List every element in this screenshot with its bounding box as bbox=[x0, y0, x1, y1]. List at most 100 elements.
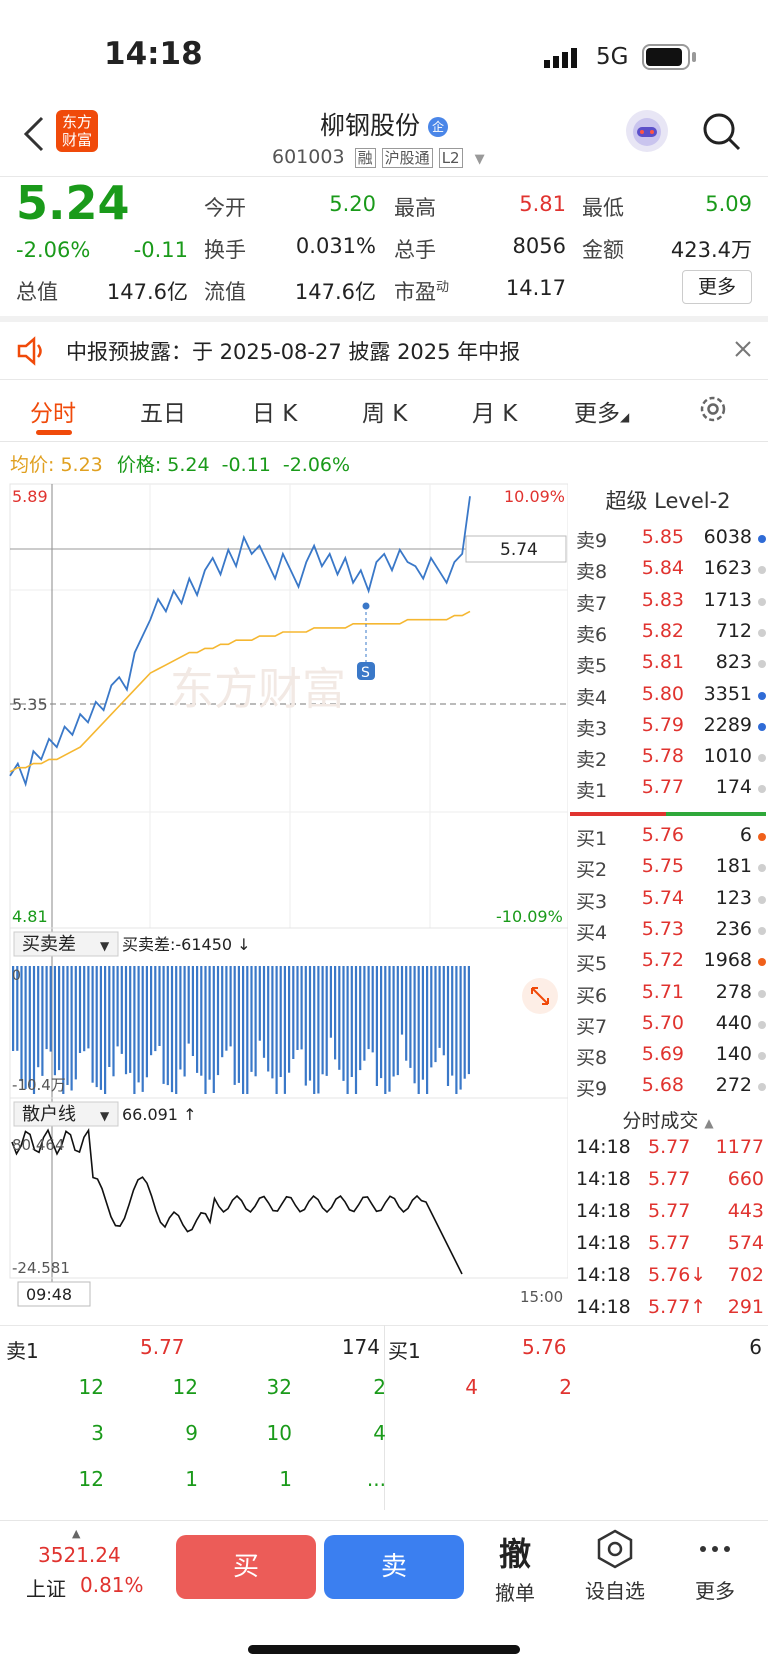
open-value: 5.20 bbox=[329, 192, 376, 216]
ask-row[interactable]: 卖1 5.77 174 bbox=[576, 776, 766, 807]
notice-text: 中报预披露：于 2025-08-27 披露 2025 年中报 bbox=[66, 340, 521, 364]
close-icon[interactable] bbox=[734, 340, 752, 362]
tab-weekly-k[interactable]: 周 K bbox=[362, 394, 407, 428]
queue-ask-cell: 3 bbox=[91, 1421, 104, 1445]
ask-row[interactable]: 卖2 5.78 1010 bbox=[576, 745, 766, 776]
bsd-bar bbox=[430, 966, 433, 1068]
tag-l2: L2 bbox=[438, 148, 463, 168]
ask-row[interactable]: 卖9 5.85 6038 bbox=[576, 526, 766, 557]
pct-bot-label: -10.09% bbox=[496, 907, 563, 926]
buy-button[interactable]: 买 bbox=[176, 1535, 316, 1599]
queue-ask-cell: 12 bbox=[78, 1375, 104, 1399]
cancel-order-button[interactable]: 撤 撤单 bbox=[470, 1529, 560, 1606]
notice-bar[interactable]: 中报预披露：于 2025-08-27 披露 2025 年中报 bbox=[0, 322, 768, 380]
sell-button[interactable]: 卖 bbox=[324, 1535, 464, 1599]
bid-row[interactable]: 买2 5.75 181 bbox=[576, 855, 766, 886]
ask-row[interactable]: 卖6 5.82 712 bbox=[576, 620, 766, 651]
bsd-bar bbox=[459, 966, 462, 1090]
pct-top-label: 10.09% bbox=[504, 487, 565, 506]
bid-price: 5.68 bbox=[641, 1074, 684, 1097]
bsd-bar bbox=[388, 966, 391, 1092]
ask-volume: 712 bbox=[715, 619, 752, 642]
bid-price: 5.75 bbox=[641, 855, 684, 878]
order-queue: 卖1 5.77 174 买1 5.76 6 12 12 32 2 3 9 10 4 12 1 1..… bbox=[0, 1325, 768, 1515]
footer-more-button[interactable]: 更多 bbox=[670, 1529, 760, 1604]
cursor-price: 5.74 bbox=[500, 540, 538, 560]
turnover-value: 0.031% bbox=[295, 234, 376, 258]
caret-down-icon[interactable]: ▼ bbox=[475, 152, 485, 167]
bid-row[interactable]: 买7 5.70 440 bbox=[576, 1012, 766, 1043]
trade-volume: 660 bbox=[727, 1168, 764, 1190]
tab-active-indicator bbox=[36, 430, 72, 435]
bid-price: 5.73 bbox=[641, 917, 684, 940]
bsd-bar bbox=[162, 966, 165, 1084]
bsd-bar bbox=[396, 966, 399, 1076]
bid-row[interactable]: 买1 5.76 6 bbox=[576, 824, 766, 855]
bsd-bar bbox=[158, 966, 161, 1046]
bid-row[interactable]: 买4 5.73 236 bbox=[576, 918, 766, 949]
bid-row[interactable]: 买8 5.69 140 bbox=[576, 1043, 766, 1074]
s-marker-text: S bbox=[361, 665, 370, 681]
bsd-bar bbox=[455, 966, 458, 1094]
ask-row[interactable]: 卖5 5.81 823 bbox=[576, 651, 766, 682]
more-dots-icon bbox=[700, 1546, 730, 1552]
bsd-bar bbox=[321, 966, 324, 1075]
ask-price: 5.82 bbox=[641, 619, 684, 642]
intraday-chart[interactable]: 东方财富 S 5.74 5.89 5.35 4.81 10.09% -10.09… bbox=[0, 482, 569, 1322]
bsd-bar bbox=[292, 966, 295, 1059]
ask-row[interactable]: 卖4 5.80 3351 bbox=[576, 683, 766, 714]
bsd-bar bbox=[283, 966, 286, 1094]
flow-dot-icon bbox=[758, 628, 766, 637]
bsd-bar bbox=[83, 966, 86, 1052]
bsd-bar bbox=[242, 966, 245, 1094]
bid-row[interactable]: 买9 5.68 272 bbox=[576, 1074, 766, 1105]
bid-row[interactable]: 买6 5.71 278 bbox=[576, 981, 766, 1012]
bsd-bar bbox=[371, 966, 374, 1053]
bid-row[interactable]: 买5 5.72 1968 bbox=[576, 949, 766, 980]
bsd-bar bbox=[229, 966, 232, 1047]
bsd-bar bbox=[45, 966, 48, 1050]
intraday-chart-svg[interactable]: 东方财富 S 5.74 5.89 5.35 4.81 10.09% -10.09… bbox=[0, 482, 569, 1322]
bsd-bar bbox=[70, 966, 73, 1091]
tab-more[interactable]: 更多◢ bbox=[574, 394, 629, 428]
ask-label: 卖9 bbox=[576, 530, 608, 552]
ask-label: 卖3 bbox=[576, 717, 608, 740]
bid-price: 5.76 bbox=[641, 824, 684, 846]
bid-label: 买7 bbox=[576, 1015, 608, 1038]
pe-value: 14.17 bbox=[505, 276, 566, 300]
bsd-bar bbox=[200, 966, 203, 1076]
bsd-bar bbox=[304, 966, 307, 1086]
bsd-min-label: -10.4万 bbox=[12, 1076, 66, 1094]
y-top-label: 5.89 bbox=[12, 487, 48, 506]
ask-row[interactable]: 卖7 5.83 1713 bbox=[576, 589, 766, 620]
gear-icon[interactable] bbox=[698, 394, 728, 428]
tab-daily-k[interactable]: 日 K bbox=[252, 394, 297, 428]
more-quote-button[interactable]: 更多 bbox=[682, 270, 752, 304]
ask-row[interactable]: 卖8 5.84 1623 bbox=[576, 557, 766, 588]
bsd-bar bbox=[145, 966, 148, 1078]
bid-row[interactable]: 买3 5.74 123 bbox=[576, 887, 766, 918]
bsd-bar bbox=[154, 966, 157, 1052]
search-icon[interactable] bbox=[702, 112, 742, 156]
index-value[interactable]: 3521.24 bbox=[38, 1543, 121, 1567]
chart-tabs: 分时 五日 日 K 周 K 月 K 更多◢ bbox=[0, 380, 768, 442]
bsd-bar bbox=[95, 966, 98, 1088]
trade-price: 5.76↓ bbox=[648, 1264, 707, 1286]
bsd-bar bbox=[271, 966, 274, 1079]
turnover-label: 换手 bbox=[204, 238, 246, 262]
bsd-bar bbox=[334, 966, 337, 1060]
bsd-bar bbox=[141, 966, 144, 1092]
index-name[interactable]: 上证 bbox=[26, 1573, 66, 1602]
robot-avatar[interactable] bbox=[626, 110, 668, 152]
bid-volume: 181 bbox=[715, 855, 752, 878]
ask-volume: 2289 bbox=[703, 713, 752, 736]
tab-intraday[interactable]: 分时 bbox=[30, 394, 76, 428]
tab-five-day[interactable]: 五日 bbox=[140, 394, 186, 428]
tab-monthly-k[interactable]: 月 K bbox=[472, 394, 517, 428]
index-pct[interactable]: 0.81% bbox=[80, 1573, 144, 1597]
bid-price: 5.74 bbox=[641, 886, 684, 909]
avg-label: 均价: bbox=[10, 454, 55, 476]
ask-row[interactable]: 卖3 5.79 2289 bbox=[576, 714, 766, 745]
bsd-bar bbox=[451, 966, 454, 1076]
add-watchlist-button[interactable]: 设自选 bbox=[570, 1529, 660, 1604]
